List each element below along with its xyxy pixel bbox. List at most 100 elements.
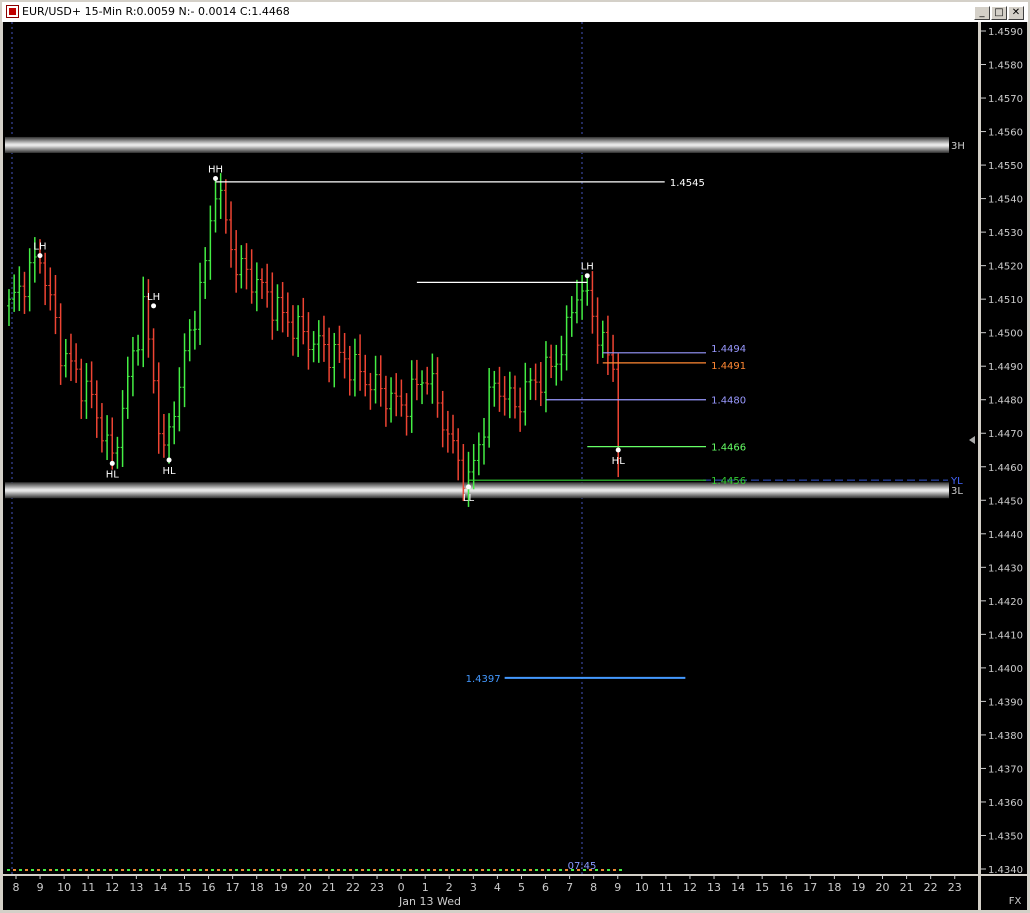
chart-window: EUR/USD+ 15-Min R:0.0059 N:- 0.0014 C:1.… bbox=[0, 0, 1030, 913]
x-tick-label: 11 bbox=[81, 881, 95, 894]
zone-label: 3L bbox=[951, 486, 963, 497]
x-tick-label: 6 bbox=[542, 881, 549, 894]
x-tick-label: 2 bbox=[446, 881, 453, 894]
x-tick-label: 21 bbox=[900, 881, 914, 894]
fx-label: FX bbox=[1009, 896, 1022, 907]
y-tick-label: 1.4450 bbox=[988, 496, 1023, 507]
level-label: 1.4466 bbox=[711, 443, 746, 454]
y-tick-label: 1.4510 bbox=[988, 295, 1023, 306]
level-label: 1.4494 bbox=[711, 344, 746, 355]
y-tick-label: 1.4340 bbox=[988, 865, 1023, 876]
swing-label: HL bbox=[106, 469, 120, 480]
x-tick-label: 14 bbox=[153, 881, 167, 894]
x-tick-label: 22 bbox=[924, 881, 938, 894]
level-label: 1.4397 bbox=[466, 674, 501, 685]
y-tick-label: 1.4360 bbox=[988, 798, 1023, 809]
close-button[interactable]: ✕ bbox=[1008, 6, 1024, 20]
y-tick-label: 1.4530 bbox=[988, 228, 1023, 239]
price-axis-panel bbox=[981, 22, 1027, 874]
swing-label: HL bbox=[612, 456, 626, 467]
x-tick-label: 1 bbox=[422, 881, 429, 894]
x-tick-label: 9 bbox=[37, 881, 44, 894]
x-tick-label: 21 bbox=[322, 881, 336, 894]
level-label: 1.4456 bbox=[711, 476, 746, 487]
y-tick-label: 1.4350 bbox=[988, 831, 1023, 842]
x-tick-label: 3 bbox=[470, 881, 477, 894]
y-tick-label: 1.4590 bbox=[988, 27, 1023, 38]
swing-point bbox=[109, 460, 115, 466]
swing-point bbox=[151, 303, 157, 309]
swing-point bbox=[166, 457, 172, 463]
yl-label: YL bbox=[950, 476, 963, 487]
swing-label: LH bbox=[33, 242, 46, 253]
x-tick-label: 20 bbox=[298, 881, 312, 894]
y-tick-label: 1.4380 bbox=[988, 731, 1023, 742]
y-tick-label: 1.4560 bbox=[988, 128, 1023, 139]
swing-label: LH bbox=[147, 292, 160, 303]
price-chart[interactable]: 3H 3LYL 1.4545 1.4494 1.4491 1.4480 1.4466 1.44… bbox=[3, 22, 1027, 910]
x-tick-label: 17 bbox=[226, 881, 240, 894]
x-tick-label: 19 bbox=[851, 881, 865, 894]
x-tick-label: 5 bbox=[518, 881, 525, 894]
date-label: Jan 13 Wed bbox=[398, 895, 461, 908]
x-tick-label: 9 bbox=[614, 881, 621, 894]
x-tick-label: 0 bbox=[398, 881, 405, 894]
x-tick-label: 13 bbox=[129, 881, 143, 894]
x-tick-label: 12 bbox=[683, 881, 697, 894]
zone-band bbox=[5, 482, 949, 499]
swing-label: HL bbox=[163, 466, 177, 477]
y-tick-label: 1.4400 bbox=[988, 664, 1023, 675]
y-tick-label: 1.4460 bbox=[988, 463, 1023, 474]
x-tick-label: 16 bbox=[202, 881, 216, 894]
y-tick-label: 1.4480 bbox=[988, 396, 1023, 407]
x-tick-label: 10 bbox=[57, 881, 71, 894]
y-tick-label: 1.4410 bbox=[988, 630, 1023, 641]
x-tick-label: 8 bbox=[590, 881, 597, 894]
x-tick-label: 23 bbox=[370, 881, 384, 894]
level-label: 1.4545 bbox=[670, 178, 705, 189]
swing-point bbox=[615, 447, 621, 453]
y-tick-label: 1.4470 bbox=[988, 429, 1023, 440]
app-icon[interactable] bbox=[6, 5, 19, 18]
x-tick-label: 20 bbox=[876, 881, 890, 894]
x-tick-label: 8 bbox=[13, 881, 20, 894]
y-tick-label: 1.4440 bbox=[988, 530, 1023, 541]
x-tick-label: 14 bbox=[731, 881, 745, 894]
y-tick-label: 1.4540 bbox=[988, 195, 1023, 206]
x-tick-label: 15 bbox=[177, 881, 191, 894]
x-tick-label: 4 bbox=[494, 881, 501, 894]
x-tick-label: 18 bbox=[250, 881, 264, 894]
y-tick-label: 1.4550 bbox=[988, 161, 1023, 172]
x-tick-label: 22 bbox=[346, 881, 360, 894]
y-tick-label: 1.4370 bbox=[988, 764, 1023, 775]
zone-label: 3H bbox=[951, 141, 965, 152]
y-tick-label: 1.4580 bbox=[988, 61, 1023, 72]
y-tick-label: 1.4520 bbox=[988, 262, 1023, 273]
swing-point bbox=[213, 175, 219, 181]
maximize-button[interactable]: □ bbox=[991, 6, 1007, 20]
swing-label: LL bbox=[463, 493, 475, 504]
x-tick-label: 13 bbox=[707, 881, 721, 894]
zone-band bbox=[5, 136, 949, 153]
y-tick-label: 1.4570 bbox=[988, 94, 1023, 105]
y-tick-label: 1.4500 bbox=[988, 329, 1023, 340]
x-tick-label: 11 bbox=[659, 881, 673, 894]
x-tick-label: 23 bbox=[948, 881, 962, 894]
x-tick-label: 7 bbox=[566, 881, 573, 894]
swing-label: HH bbox=[208, 164, 223, 175]
y-tick-label: 1.4420 bbox=[988, 597, 1023, 608]
swing-point bbox=[466, 484, 472, 490]
minimize-button[interactable]: _ bbox=[974, 6, 990, 20]
swing-point bbox=[37, 253, 43, 259]
level-label: 1.4491 bbox=[711, 361, 746, 372]
window-title: EUR/USD+ 15-Min R:0.0059 N:- 0.0014 C:1.… bbox=[22, 5, 290, 18]
x-tick-label: 18 bbox=[827, 881, 841, 894]
x-tick-label: 16 bbox=[779, 881, 793, 894]
y-tick-label: 1.4430 bbox=[988, 563, 1023, 574]
title-bar[interactable]: EUR/USD+ 15-Min R:0.0059 N:- 0.0014 C:1.… bbox=[2, 2, 1028, 22]
y-tick-label: 1.4490 bbox=[988, 362, 1023, 373]
level-label: 1.4480 bbox=[711, 396, 746, 407]
swing-label: LH bbox=[581, 262, 594, 273]
x-tick-label: 10 bbox=[635, 881, 649, 894]
x-tick-label: 15 bbox=[755, 881, 769, 894]
